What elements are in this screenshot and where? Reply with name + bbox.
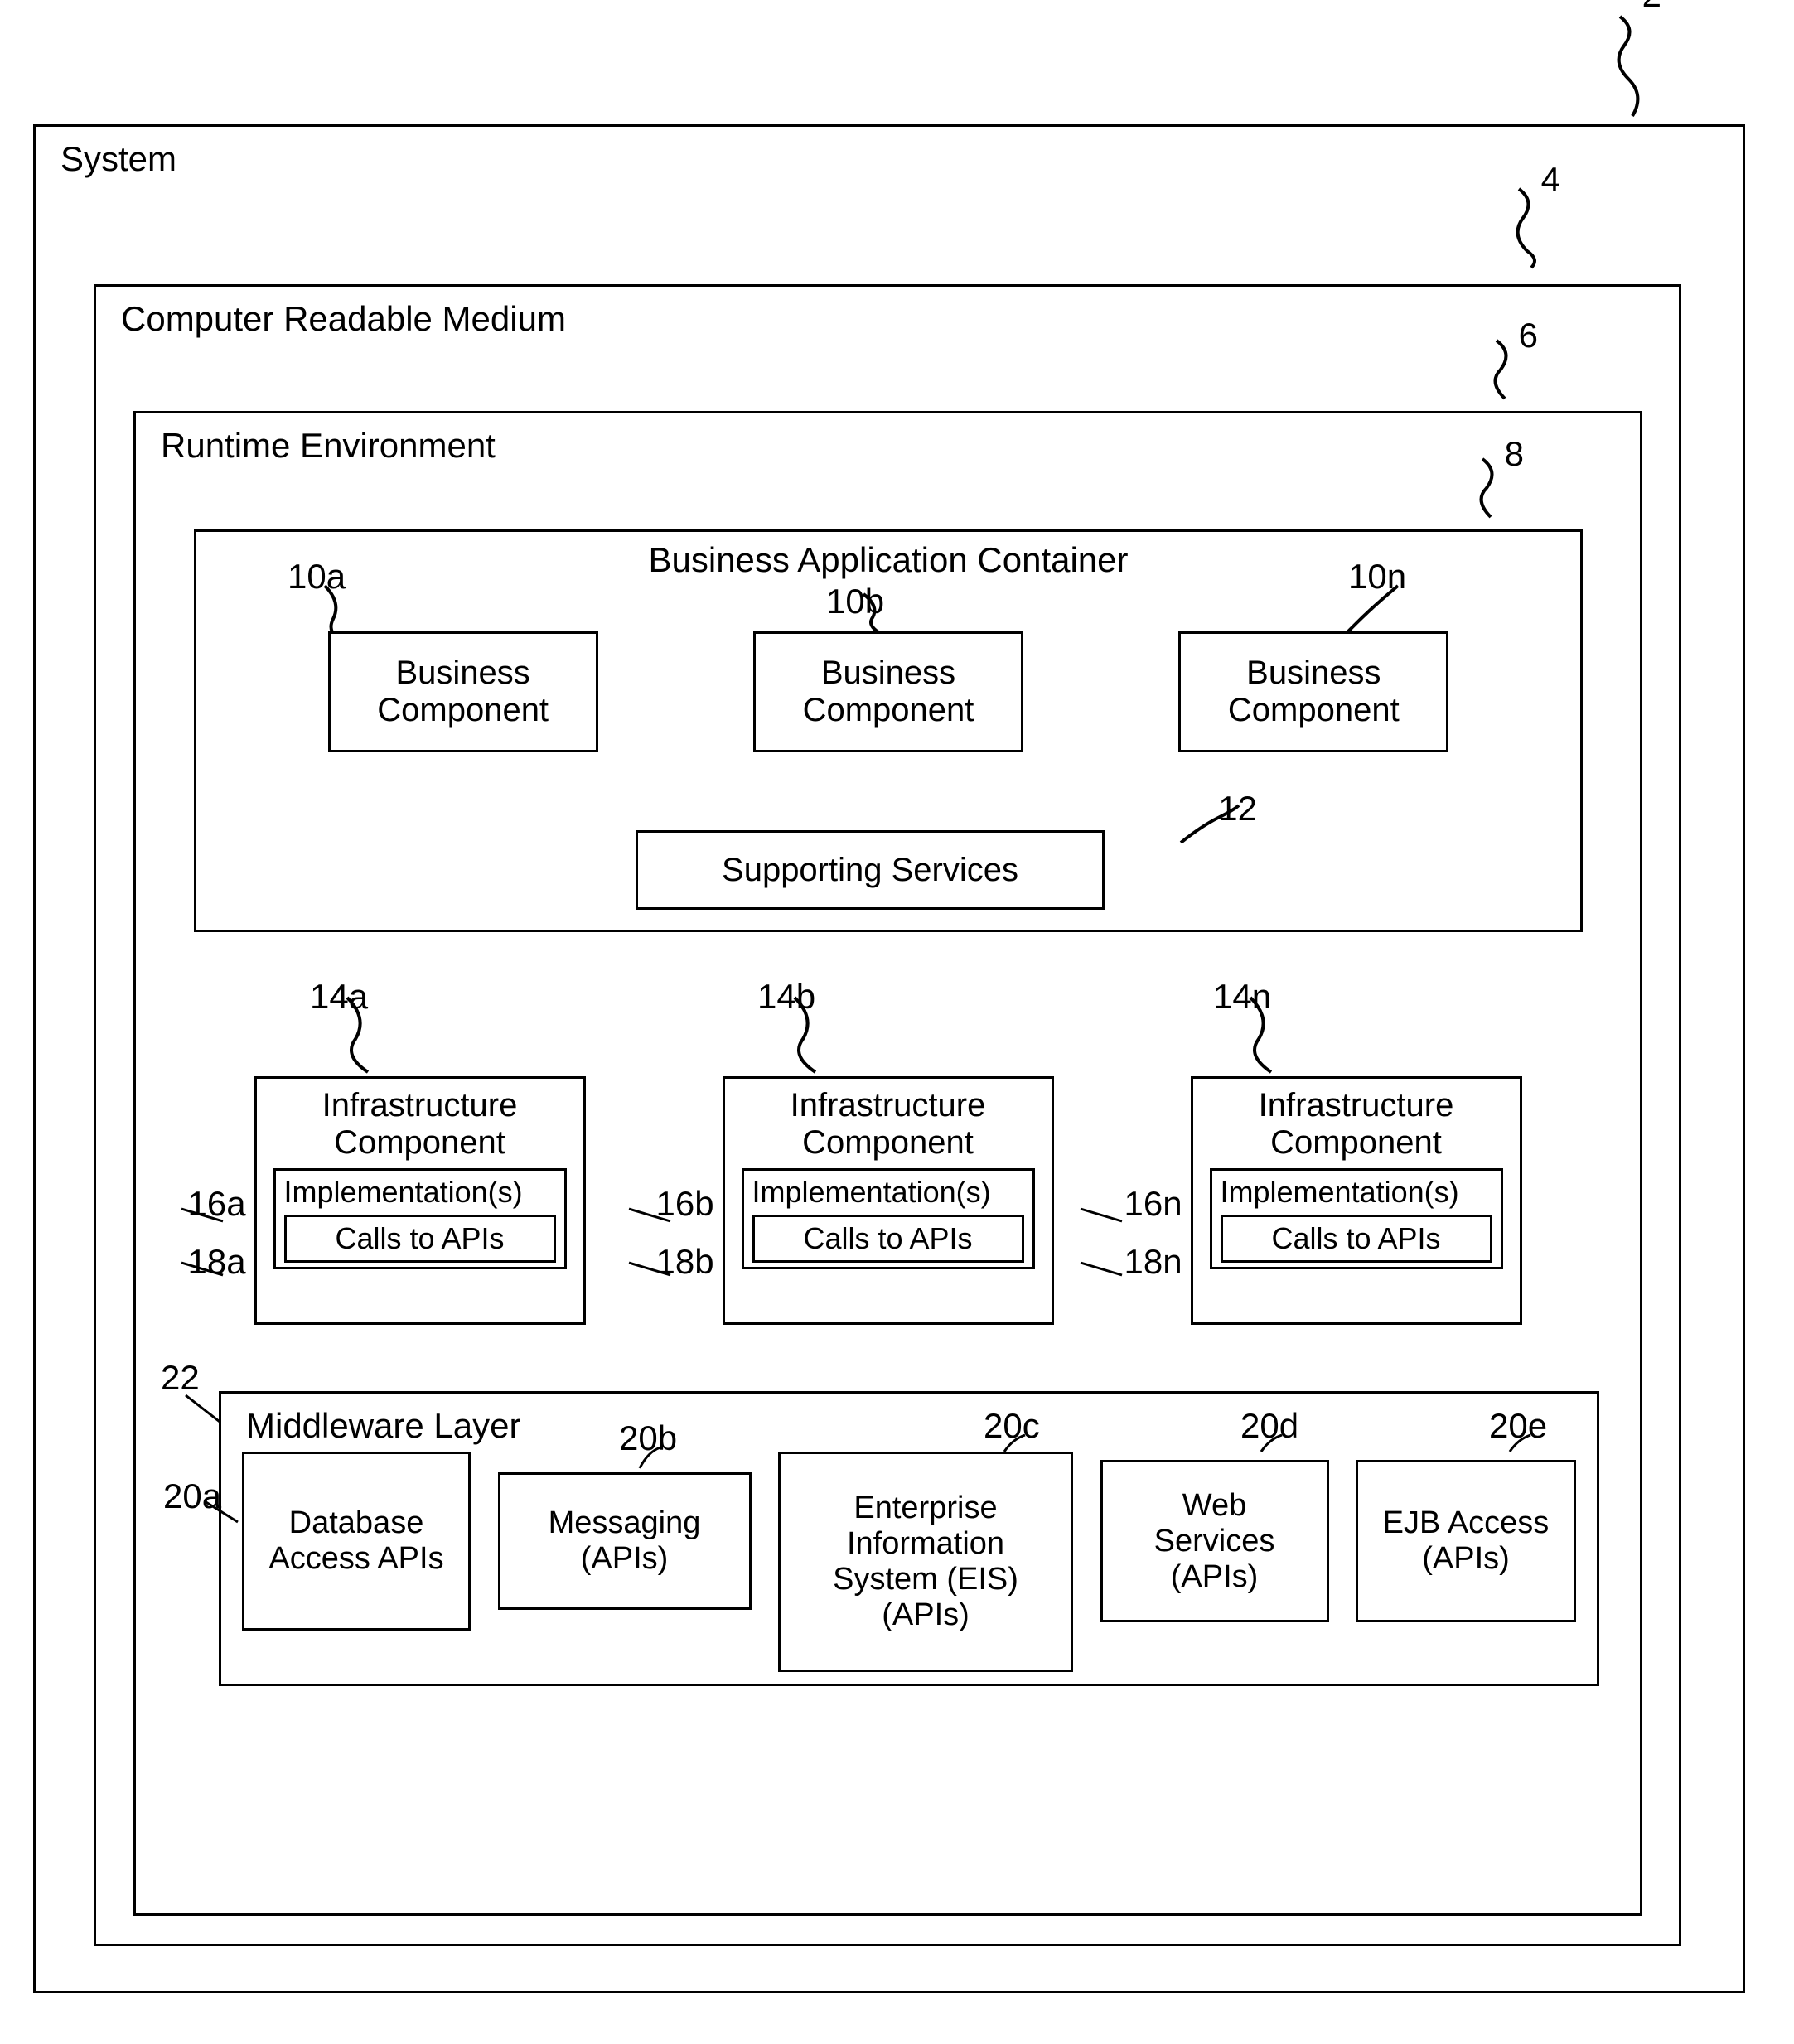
- mw-c-box: Enterprise Information System (EIS) (API…: [778, 1452, 1073, 1672]
- ic-n-box: Infrastructure Component Implementation(…: [1191, 1076, 1522, 1325]
- mw-a-box: Database Access APIs: [242, 1452, 471, 1631]
- medium-box: Computer Readable Medium 6 Runtime Envir…: [94, 284, 1681, 1946]
- bc-b-box: Business Component: [753, 631, 1023, 752]
- ref-runtime: 6: [1519, 316, 1538, 355]
- ref-impl-n: 16n: [1124, 1184, 1182, 1224]
- impl-a: Implementation(s): [284, 1175, 556, 1210]
- middleware-title: Middleware Layer: [230, 1398, 538, 1454]
- ref-container: 8: [1505, 434, 1524, 474]
- ref-medium: 4: [1541, 160, 1560, 200]
- ic-a-box: Infrastructure Component Implementation(…: [254, 1076, 586, 1325]
- ref-system: 2: [1642, 0, 1661, 15]
- bc-n-box: Business Component: [1178, 631, 1448, 752]
- ic-b-box: Infrastructure Component Implementation(…: [723, 1076, 1054, 1325]
- system-title: System: [44, 131, 193, 187]
- impl-n: Implementation(s): [1221, 1175, 1492, 1210]
- calls-b: Calls to APIs: [752, 1215, 1024, 1263]
- medium-title: Computer Readable Medium: [104, 291, 583, 347]
- mw-d-box: Web Services (APIs): [1100, 1460, 1329, 1622]
- ref-calls-n: 18n: [1124, 1242, 1182, 1282]
- calls-a: Calls to APIs: [284, 1215, 556, 1263]
- runtime-box: Runtime Environment 8 Business Applicati…: [133, 411, 1642, 1916]
- supporting-box: Supporting Services: [636, 830, 1105, 910]
- runtime-title: Runtime Environment: [144, 418, 512, 474]
- middleware-box: Middleware Layer 20a 20b 20c 20d 20e Dat…: [219, 1391, 1599, 1686]
- calls-n: Calls to APIs: [1221, 1215, 1492, 1263]
- system-box: System 4 Computer Readable Medium 6 Runt…: [33, 124, 1745, 1993]
- impl-b: Implementation(s): [752, 1175, 1024, 1210]
- mw-b-box: Messaging (APIs): [498, 1472, 752, 1610]
- mw-e-box: EJB Access (APIs): [1356, 1460, 1576, 1622]
- container-box: Business Application Container 10a 10b: [194, 529, 1583, 932]
- bc-a-box: Business Component: [328, 631, 598, 752]
